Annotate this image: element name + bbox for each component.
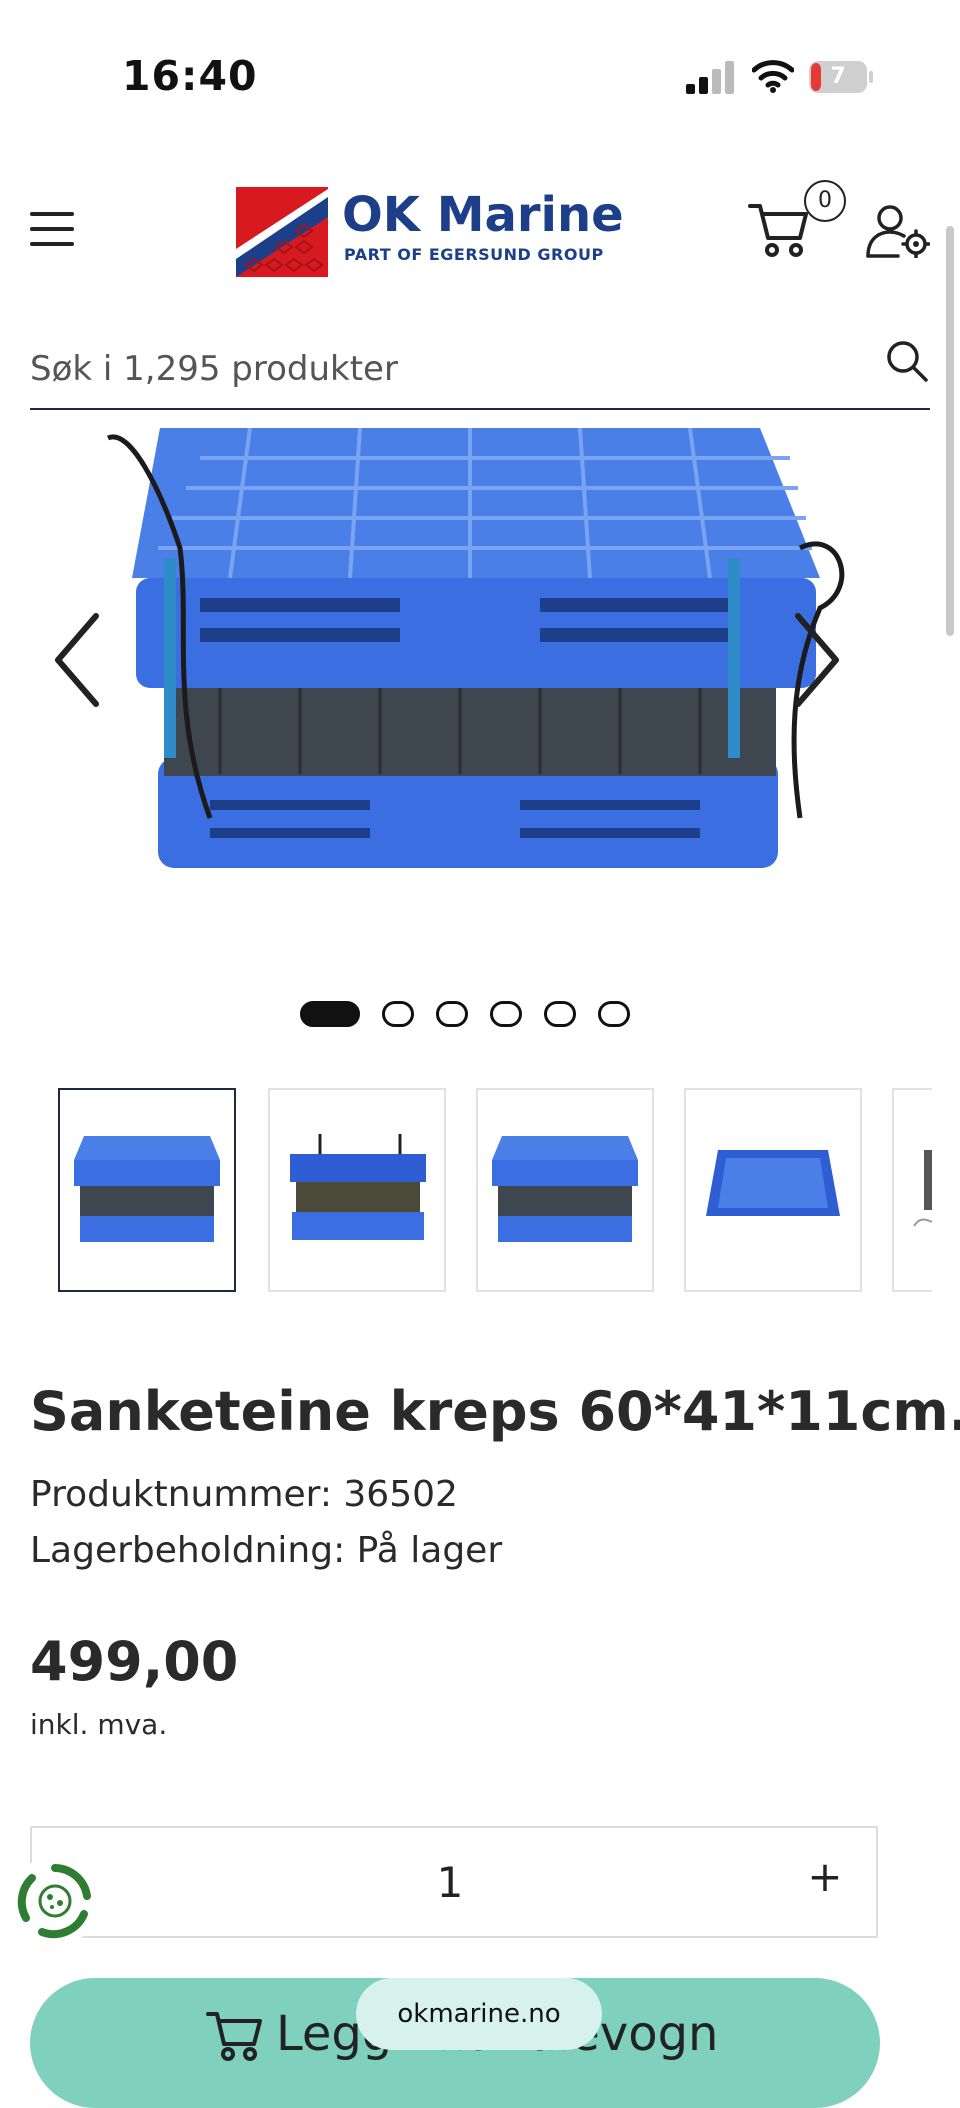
gallery-dot-3[interactable] <box>436 1001 468 1027</box>
vat-note: inkl. mva. <box>30 1708 168 1741</box>
cart-count-badge: 0 <box>804 180 846 222</box>
product-title: Sanketeine kreps 60*41*11cm. <box>30 1380 960 1443</box>
crate-stack-thumbnail-icon <box>74 1136 220 1242</box>
product-price: 499,00 <box>30 1630 239 1693</box>
shopping-cart-icon[interactable] <box>748 200 810 258</box>
hamburger-menu-icon[interactable] <box>30 208 74 250</box>
status-time: 16:40 <box>122 52 258 100</box>
gallery-dot-1[interactable] <box>300 1001 360 1027</box>
gallery-dot-2[interactable] <box>382 1001 414 1027</box>
thumbnail-1[interactable] <box>58 1088 236 1292</box>
thumbnail-2[interactable] <box>268 1088 446 1292</box>
cookie-consent-icon[interactable] <box>10 1856 100 1946</box>
crate-stack-open-thumbnail-icon <box>290 1134 426 1240</box>
product-number: Produktnummer: 36502 <box>30 1474 458 1515</box>
user-settings-icon[interactable] <box>866 204 930 258</box>
gallery-dot-5[interactable] <box>544 1001 576 1027</box>
battery-icon: 7 <box>808 60 874 94</box>
thumbnail-3[interactable] <box>476 1088 654 1292</box>
gallery-pagination <box>300 998 630 1030</box>
thumbnail-5[interactable] <box>892 1088 932 1292</box>
gallery-prev-arrow-icon[interactable] <box>50 610 106 710</box>
brand-name: OK Marine <box>342 187 624 243</box>
battery-level: 7 <box>830 64 846 89</box>
gallery-next-arrow-icon[interactable] <box>788 610 844 710</box>
gallery-dot-4[interactable] <box>490 1001 522 1027</box>
gallery-dot-6[interactable] <box>598 1001 630 1027</box>
cellular-signal-icon <box>686 61 734 94</box>
brand-logo[interactable]: OK Marine PART OF EGERSUND GROUP <box>236 187 624 277</box>
search-input[interactable] <box>30 330 930 410</box>
stock-status: Lagerbeholdning: På lager <box>30 1530 503 1571</box>
search-icon[interactable] <box>886 340 928 382</box>
wifi-icon <box>752 60 794 93</box>
browser-url-pill[interactable]: okmarine.no <box>356 1978 602 2050</box>
strap-detail-thumbnail-icon <box>913 1150 932 1227</box>
quantity-value[interactable]: 1 <box>420 1858 480 1907</box>
brand-tagline: PART OF EGERSUND GROUP <box>344 245 604 264</box>
thumbnail-4[interactable] <box>684 1088 862 1292</box>
empty-crate-thumbnail-icon <box>706 1150 840 1216</box>
product-main-image[interactable] <box>100 428 860 888</box>
thumbnail-strip <box>58 1088 932 1296</box>
page-scrollbar[interactable] <box>946 226 954 636</box>
logo-emblem-icon <box>236 187 328 277</box>
quantity-increase-button[interactable]: + <box>800 1852 850 1908</box>
crate-stack-thumbnail-icon <box>492 1136 638 1242</box>
shopping-cart-icon <box>206 2012 262 2061</box>
